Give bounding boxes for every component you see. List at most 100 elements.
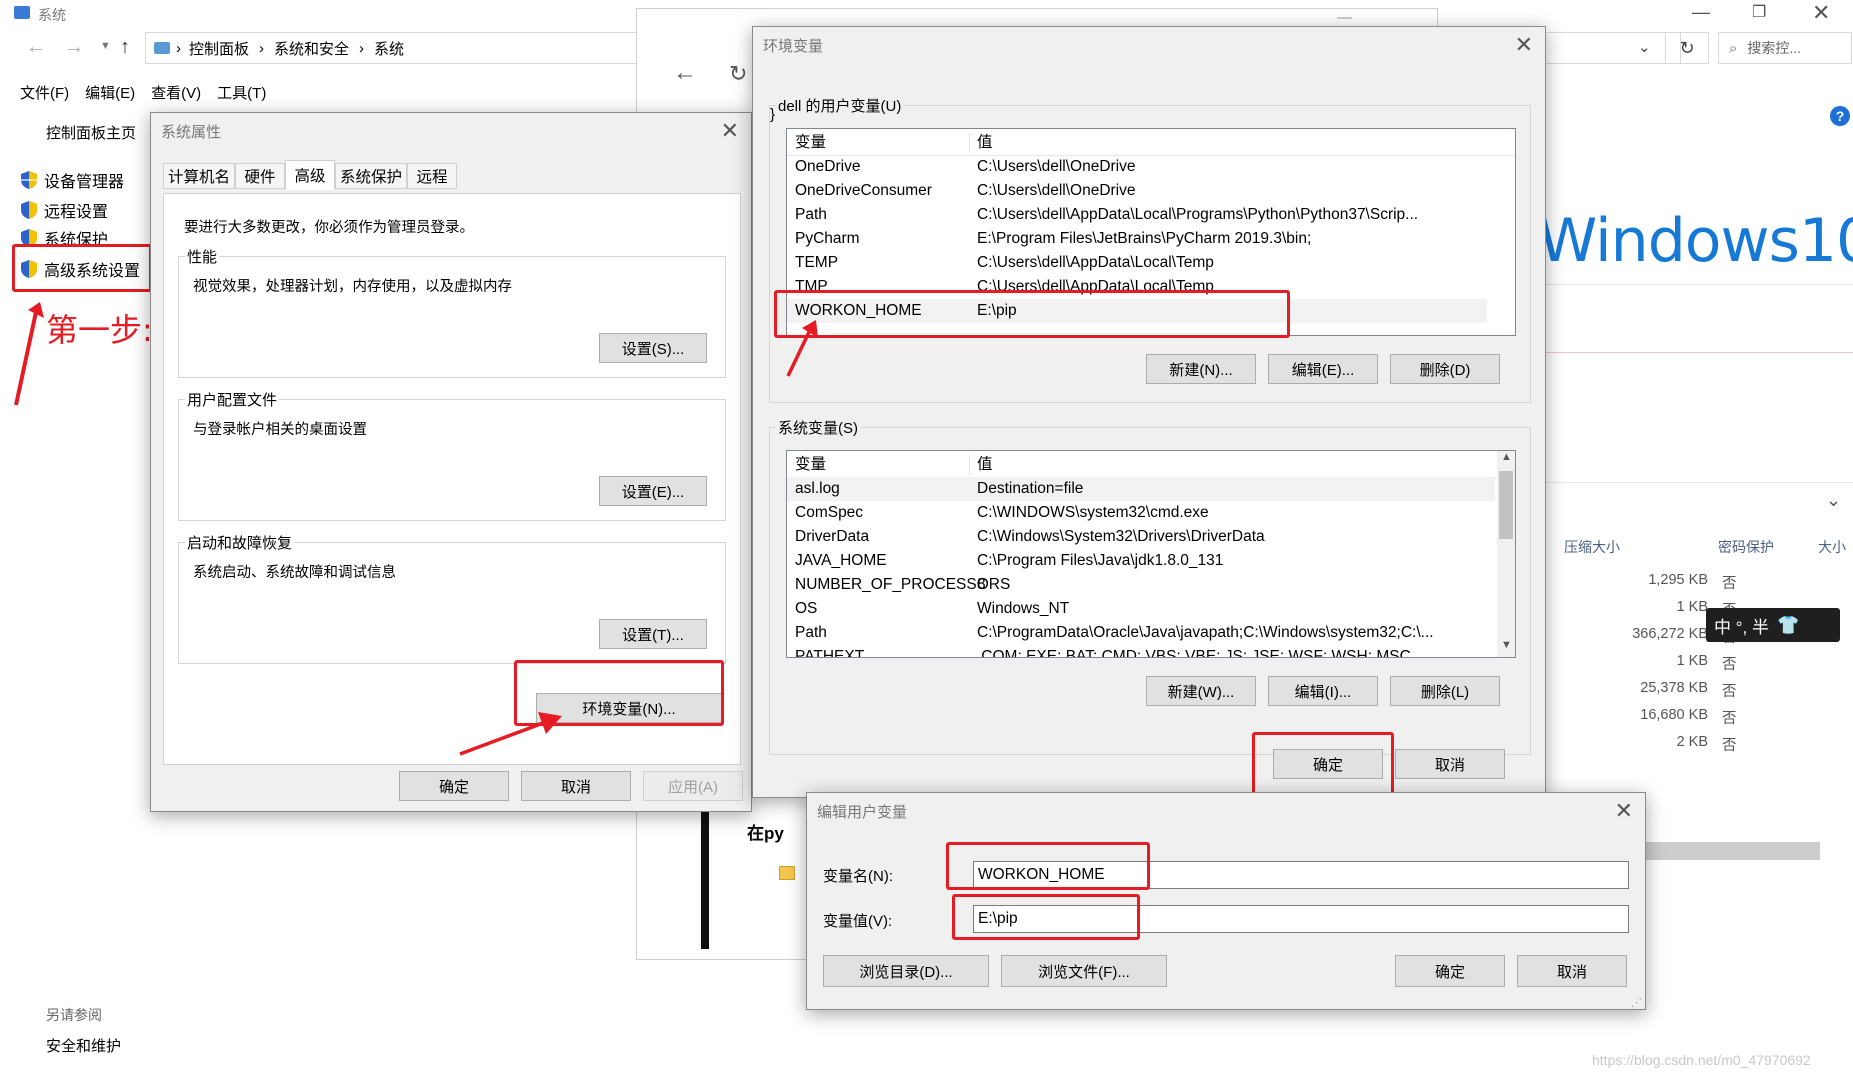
table-row[interactable]: OneDrive C:\Users\dell\OneDrive xyxy=(787,155,1487,179)
cancel-button[interactable]: 取消 xyxy=(521,771,631,801)
vertical-scrollbar[interactable]: ▲ ▼ xyxy=(1497,451,1515,657)
profile-settings-button[interactable]: 设置(E)... xyxy=(599,476,707,506)
list-item[interactable]: 2 KB 否 xyxy=(1540,732,1853,754)
list-item[interactable]: 16,680 KB 否 xyxy=(1540,705,1853,727)
system-new-button[interactable]: 新建(W)... xyxy=(1146,676,1256,706)
tab-remote[interactable]: 远程 xyxy=(407,163,457,189)
forward-arrow-icon[interactable]: → xyxy=(64,36,84,59)
dialog-title: 系统属性 xyxy=(161,124,222,141)
system-delete-button[interactable]: 删除(L) xyxy=(1390,676,1500,706)
list-item[interactable]: 1,295 KB 否 xyxy=(1540,570,1853,592)
table-row[interactable]: DriverData C:\Windows\System32\Drivers\Dr… xyxy=(787,525,1495,549)
bg-minimize-icon: — xyxy=(1337,9,1352,26)
sidebar-item-device-manager[interactable]: 设备管理器 xyxy=(20,168,124,192)
edit-cancel-button[interactable]: 取消 xyxy=(1517,955,1627,987)
ime-toolbar[interactable]: 中 °, 半 👕 xyxy=(1706,608,1840,642)
breadcrumb[interactable]: › 控制面板 › 系统和安全 › 系统 xyxy=(145,32,637,64)
var-value: C:\Users\dell\AppData\Local\Programs\Pyt… xyxy=(977,206,1419,223)
apply-button[interactable]: 应用(A) xyxy=(643,771,743,801)
var-value: Windows_NT xyxy=(977,600,1070,617)
var-value: C:\WINDOWS\system32\cmd.exe xyxy=(977,504,1209,521)
scroll-up-icon[interactable]: ▲ xyxy=(1501,451,1512,463)
list-item[interactable]: 25,378 KB 否 xyxy=(1540,678,1853,700)
history-chevron-icon[interactable]: ▼ xyxy=(100,40,111,52)
col-header-val[interactable]: 值 xyxy=(977,453,993,477)
table-row[interactable]: OneDriveConsumer C:\Users\dell\OneDrive xyxy=(787,179,1487,203)
system-edit-button[interactable]: 编辑(I)... xyxy=(1268,676,1378,706)
system-vars-group: 系统变量(S) 变量 值 asl.log Destination=file ComS… xyxy=(769,417,1531,755)
env-cancel-button[interactable]: 取消 xyxy=(1395,749,1505,779)
close-icon[interactable]: ✕ xyxy=(1615,798,1633,824)
divider xyxy=(1540,352,1853,353)
group-label: 启动和故障恢复 xyxy=(185,532,295,553)
breadcrumb-item[interactable]: 系统 xyxy=(374,38,404,59)
col-size[interactable]: 大小 xyxy=(1818,537,1846,557)
horizontal-scrollbar[interactable] xyxy=(1640,842,1820,860)
address-dropdown-icon[interactable]: ⌄ xyxy=(1638,38,1651,56)
startup-group: 启动和故障恢复 系统启动、系统故障和调试信息 设置(T)... xyxy=(178,532,726,664)
system-vars-list[interactable]: 变量 值 asl.log Destination=file ComSpec C:\WI… xyxy=(786,450,1516,658)
ok-button[interactable]: 确定 xyxy=(399,771,509,801)
table-row[interactable]: NUMBER_OF_PROCESSORS 8 xyxy=(787,573,1495,597)
table-row[interactable]: ComSpec C:\WINDOWS\system32\cmd.exe xyxy=(787,501,1495,525)
menu-view[interactable]: 查看(V) xyxy=(151,82,201,103)
user-new-button[interactable]: 新建(N)... xyxy=(1146,354,1256,384)
step-one-label: 第一步: xyxy=(46,311,153,349)
sidebar-home-link[interactable]: 控制面板主页 xyxy=(46,122,136,143)
col-header-var[interactable]: 变量 xyxy=(795,453,826,477)
resize-grip-icon[interactable]: ⋰ xyxy=(1631,996,1642,1009)
edit-user-variable-dialog: 编辑用户变量 ✕ 变量名(N): WORKON_HOME 变量值(V): E:\… xyxy=(806,792,1646,1010)
minimize-icon[interactable]: — xyxy=(1692,2,1710,23)
close-icon[interactable]: ✕ xyxy=(1812,0,1830,26)
browse-file-button[interactable]: 浏览文件(F)... xyxy=(1001,955,1167,987)
back-arrow-icon[interactable]: ← xyxy=(26,36,46,59)
edit-ok-button[interactable]: 确定 xyxy=(1395,955,1505,987)
tab-hardware[interactable]: 硬件 xyxy=(235,163,285,189)
workon-arrow-icon xyxy=(786,320,818,377)
menu-file[interactable]: 文件(F) xyxy=(20,82,69,103)
table-row[interactable]: JAVA_HOME C:\Program Files\Java\jdk1.8.0_… xyxy=(787,549,1495,573)
search-box[interactable]: ⌕ 搜索控... xyxy=(1718,32,1852,64)
restore-icon[interactable]: ❐ xyxy=(1752,2,1766,22)
close-icon[interactable]: ✕ xyxy=(1515,32,1533,58)
help-button[interactable]: ? xyxy=(1830,106,1850,126)
col-password[interactable]: 密码保护 xyxy=(1718,537,1774,557)
sidebar-item-remote[interactable]: 远程设置 xyxy=(20,198,108,222)
menu-edit[interactable]: 编辑(E) xyxy=(85,82,135,103)
collapse-chevron-icon[interactable]: ⌄ xyxy=(1826,490,1841,511)
breadcrumb-item[interactable]: 系统和安全 xyxy=(274,38,349,59)
bg-back-arrow-icon[interactable]: ← xyxy=(673,59,697,87)
table-row[interactable]: TEMP C:\Users\dell\AppData\Local\Temp xyxy=(787,251,1487,275)
tab-advanced[interactable]: 高级 xyxy=(285,160,335,190)
scroll-down-icon[interactable]: ▼ xyxy=(1501,639,1512,651)
compressed-size: 1 KB xyxy=(1676,653,1708,669)
table-row[interactable]: Path C:\ProgramData\Oracle\Java\javapath;… xyxy=(787,621,1495,645)
user-delete-button[interactable]: 删除(D) xyxy=(1390,354,1500,384)
table-row[interactable]: PATHEXT .COM;.EXE;.BAT;.CMD;.VBS;.VBE;.JS… xyxy=(787,645,1495,657)
col-divider xyxy=(969,455,970,475)
tab-computer-name[interactable]: 计算机名 xyxy=(163,163,235,189)
browse-directory-button[interactable]: 浏览目录(D)... xyxy=(823,955,989,987)
table-row[interactable]: asl.log Destination=file xyxy=(787,477,1495,501)
table-row[interactable]: PyCharm E:\Program Files\JetBrains\PyChar… xyxy=(787,227,1487,251)
col-header-var[interactable]: 变量 xyxy=(795,131,826,155)
tab-system-protection[interactable]: 系统保护 xyxy=(335,163,407,189)
refresh-button[interactable]: ↻ xyxy=(1665,32,1709,64)
divider xyxy=(1540,482,1853,483)
security-link[interactable]: 安全和维护 xyxy=(46,1035,121,1056)
user-edit-button[interactable]: 编辑(E)... xyxy=(1268,354,1378,384)
var-name: PyCharm xyxy=(795,230,860,247)
scroll-thumb[interactable] xyxy=(1499,471,1513,539)
col-header-val[interactable]: 值 xyxy=(977,131,993,155)
menu-tools[interactable]: 工具(T) xyxy=(217,82,266,103)
startup-settings-button[interactable]: 设置(T)... xyxy=(599,619,707,649)
col-compressed-size[interactable]: 压缩大小 xyxy=(1564,537,1620,557)
list-item[interactable]: 1 KB 否 xyxy=(1540,651,1853,673)
bg-refresh-icon[interactable]: ↻ xyxy=(729,61,747,87)
perf-settings-button[interactable]: 设置(S)... xyxy=(599,333,707,363)
breadcrumb-item[interactable]: 控制面板 xyxy=(189,38,249,59)
close-icon[interactable]: ✕ xyxy=(721,118,739,144)
table-row[interactable]: Path C:\Users\dell\AppData\Local\Programs… xyxy=(787,203,1487,227)
up-arrow-icon[interactable]: ↑ xyxy=(120,36,130,59)
table-row[interactable]: OS Windows_NT xyxy=(787,597,1495,621)
